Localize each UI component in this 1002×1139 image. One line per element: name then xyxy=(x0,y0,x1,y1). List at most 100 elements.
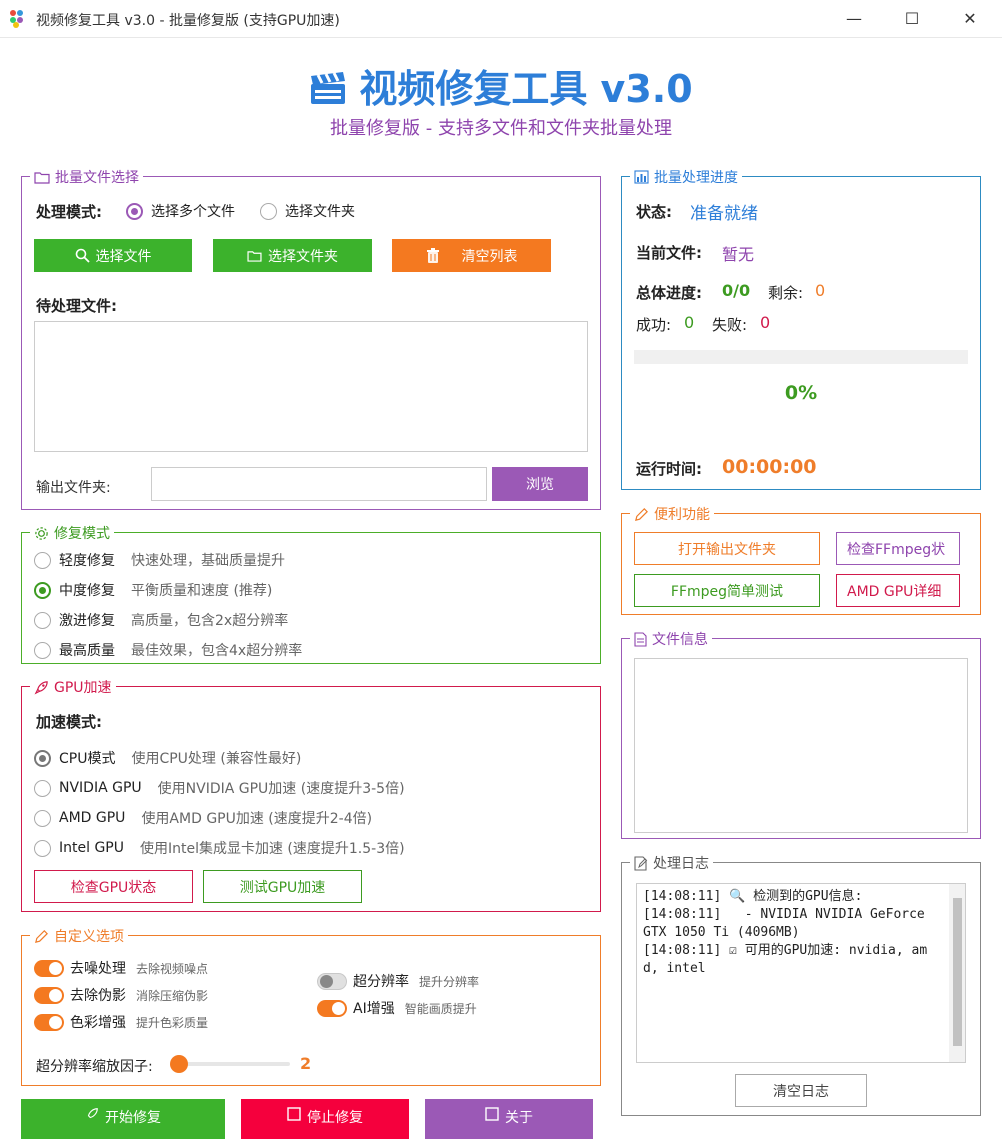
radio-dot xyxy=(126,202,143,220)
color-enhance-toggle[interactable]: 色彩增强 提升色彩质量 xyxy=(34,1012,208,1032)
edit-document-icon xyxy=(634,855,648,871)
radio-dot xyxy=(260,202,277,220)
folder-icon xyxy=(34,171,50,184)
rocket-icon xyxy=(87,1108,98,1119)
window-title: 视频修复工具 v3.0 - 批量修复版 (支持GPU加速) xyxy=(36,13,340,29)
gpu-amd-radio[interactable]: AMD GPU 使用AMD GPU加速 (速度提升2-4倍) xyxy=(34,808,372,828)
radio-dot xyxy=(34,749,51,767)
output-folder-input[interactable] xyxy=(151,467,487,501)
toggle-switch xyxy=(34,986,64,1004)
check-ffmpeg-button[interactable]: 检查FFmpeg状 xyxy=(836,532,960,565)
ai-enhance-toggle[interactable]: AI增强 智能画质提升 xyxy=(317,998,477,1018)
open-output-folder-button[interactable]: 打开输出文件夹 xyxy=(634,532,820,565)
convenience-group: 便利功能 打开输出文件夹 检查FFmpeg状 FFmpeg简单测试 AMD GP… xyxy=(621,504,981,615)
fail-value: 0 xyxy=(760,313,771,332)
super-resolution-toggle[interactable]: 超分辨率 提升分辨率 xyxy=(317,971,479,991)
log-title: 处理日志 xyxy=(630,853,713,873)
test-gpu-button[interactable]: 测试GPU加速 xyxy=(203,870,362,903)
radio-dot xyxy=(34,611,51,629)
stop-repair-button[interactable]: 停止修复 xyxy=(241,1099,409,1139)
maximize-button[interactable]: ☐ xyxy=(892,6,932,32)
clear-log-button[interactable]: 清空日志 xyxy=(735,1074,867,1107)
repair-medium-radio[interactable]: 中度修复 平衡质量和速度 (推荐) xyxy=(34,580,272,600)
log-group: 处理日志 [14:08:11] 🔍 检测到的GPU信息: [14:08:11] … xyxy=(621,853,981,1116)
file-info-title: 文件信息 xyxy=(630,629,712,649)
log-output[interactable]: [14:08:11] 🔍 检测到的GPU信息: [14:08:11] - NVI… xyxy=(636,883,966,1063)
gpu-nvidia-radio[interactable]: NVIDIA GPU 使用NVIDIA GPU加速 (速度提升3-5倍) xyxy=(34,778,405,798)
gpu-group: GPU加速 加速模式: CPU模式 使用CPU处理 (兼容性最好) NVIDIA… xyxy=(21,677,601,912)
current-file-label: 当前文件: xyxy=(636,244,702,262)
scale-factor-label: 超分辨率缩放因子: xyxy=(36,1059,153,1075)
radio-dot xyxy=(34,581,51,599)
pending-files-label: 待处理文件: xyxy=(36,297,117,315)
app-title-text: 视频修复工具 v3.0 xyxy=(359,67,693,111)
radio-dot xyxy=(34,809,51,827)
search-icon xyxy=(75,248,90,263)
gpu-mode-label: 加速模式: xyxy=(36,713,102,731)
stop-icon xyxy=(287,1107,301,1121)
process-mode-label: 处理模式: xyxy=(36,203,102,221)
remaining-value: 0 xyxy=(815,281,826,300)
repair-aggressive-radio[interactable]: 激进修复 高质量，包含2x超分辨率 xyxy=(34,610,288,630)
success-label: 成功: xyxy=(636,316,672,334)
runtime-value: 00:00:00 xyxy=(722,456,817,478)
status-label: 状态: xyxy=(636,203,672,221)
clapperboard-icon xyxy=(311,72,346,104)
scale-slider-handle[interactable] xyxy=(170,1055,188,1073)
check-gpu-button[interactable]: 检查GPU状态 xyxy=(34,870,193,903)
pencil-icon xyxy=(635,507,648,521)
fail-label: 失败: xyxy=(712,316,748,334)
progress-percent: 0% xyxy=(784,382,818,404)
status-value: 准备就绪 xyxy=(690,204,758,224)
ffmpeg-test-button[interactable]: FFmpeg简单测试 xyxy=(634,574,820,607)
rocket-icon xyxy=(34,680,48,694)
scale-slider-track[interactable] xyxy=(170,1055,290,1073)
about-button[interactable]: 关于 xyxy=(425,1099,593,1139)
file-select-group: 批量文件选择 处理模式: 选择多个文件 选择文件夹 选择文件 选择文件夹 清空列… xyxy=(21,167,601,510)
select-folder-button[interactable]: 选择文件夹 xyxy=(213,239,372,272)
output-folder-label: 输出文件夹: xyxy=(36,480,111,496)
folder-icon xyxy=(247,250,262,262)
amd-gpu-detail-button[interactable]: AMD GPU详细 xyxy=(836,574,960,607)
title-bar: 视频修复工具 v3.0 - 批量修复版 (支持GPU加速) — ☐ ✕ xyxy=(0,0,1002,38)
mode-folder-radio[interactable]: 选择文件夹 xyxy=(260,201,355,221)
pencil-icon xyxy=(35,929,48,943)
scale-factor-value: 2 xyxy=(300,1054,312,1073)
custom-options-title: 自定义选项 xyxy=(30,926,128,946)
file-info-box[interactable] xyxy=(634,658,968,833)
browse-button[interactable]: 浏览 xyxy=(492,467,588,501)
bar-chart-icon xyxy=(634,170,649,184)
current-file-value: 暂无 xyxy=(722,245,755,264)
repair-max-radio[interactable]: 最高质量 最佳效果，包含4x超分辨率 xyxy=(34,640,302,660)
progress-bar xyxy=(634,350,968,364)
radio-dot xyxy=(34,641,51,659)
toggle-switch xyxy=(317,972,347,990)
clear-list-button[interactable]: 清空列表 xyxy=(392,239,551,272)
app-icon xyxy=(10,10,28,28)
app-subtitle: 批量修复版 - 支持多文件和文件夹批量处理 xyxy=(330,118,672,139)
repair-light-radio[interactable]: 轻度修复 快速处理，基础质量提升 xyxy=(34,550,285,570)
minimize-button[interactable]: — xyxy=(834,6,874,32)
pending-files-list[interactable] xyxy=(34,321,588,452)
gpu-cpu-radio[interactable]: CPU模式 使用CPU处理 (兼容性最好) xyxy=(34,748,301,768)
denoise-toggle[interactable]: 去噪处理 去除视频噪点 xyxy=(34,958,208,978)
log-line: [14:08:11] 🔍 检测到的GPU信息: xyxy=(643,889,863,904)
radio-dot xyxy=(34,779,51,797)
select-files-button[interactable]: 选择文件 xyxy=(34,239,192,272)
remove-artifacts-toggle[interactable]: 去除伪影 消除压缩伪影 xyxy=(34,985,208,1005)
close-button[interactable]: ✕ xyxy=(950,6,990,32)
toggle-switch xyxy=(34,959,64,977)
toggle-switch xyxy=(34,1013,64,1031)
start-repair-button[interactable]: 开始修复 xyxy=(21,1099,225,1139)
gpu-intel-radio[interactable]: Intel GPU 使用Intel集成显卡加速 (速度提升1.5-3倍) xyxy=(34,838,405,858)
trash-icon xyxy=(426,247,439,263)
repair-mode-title: 修复模式 xyxy=(30,523,114,543)
mode-multi-files-radio[interactable]: 选择多个文件 xyxy=(126,201,235,221)
toggle-switch xyxy=(317,999,347,1017)
log-scrollbar-thumb[interactable] xyxy=(953,898,962,1046)
app-title: 视频修复工具 v3.0 xyxy=(0,58,1002,113)
log-scrollbar[interactable] xyxy=(949,884,965,1062)
log-line: [14:08:11] - NVIDIA NVIDIA GeForce GTX 1… xyxy=(643,907,933,940)
progress-title: 批量处理进度 xyxy=(630,167,742,187)
gear-icon xyxy=(35,526,48,540)
